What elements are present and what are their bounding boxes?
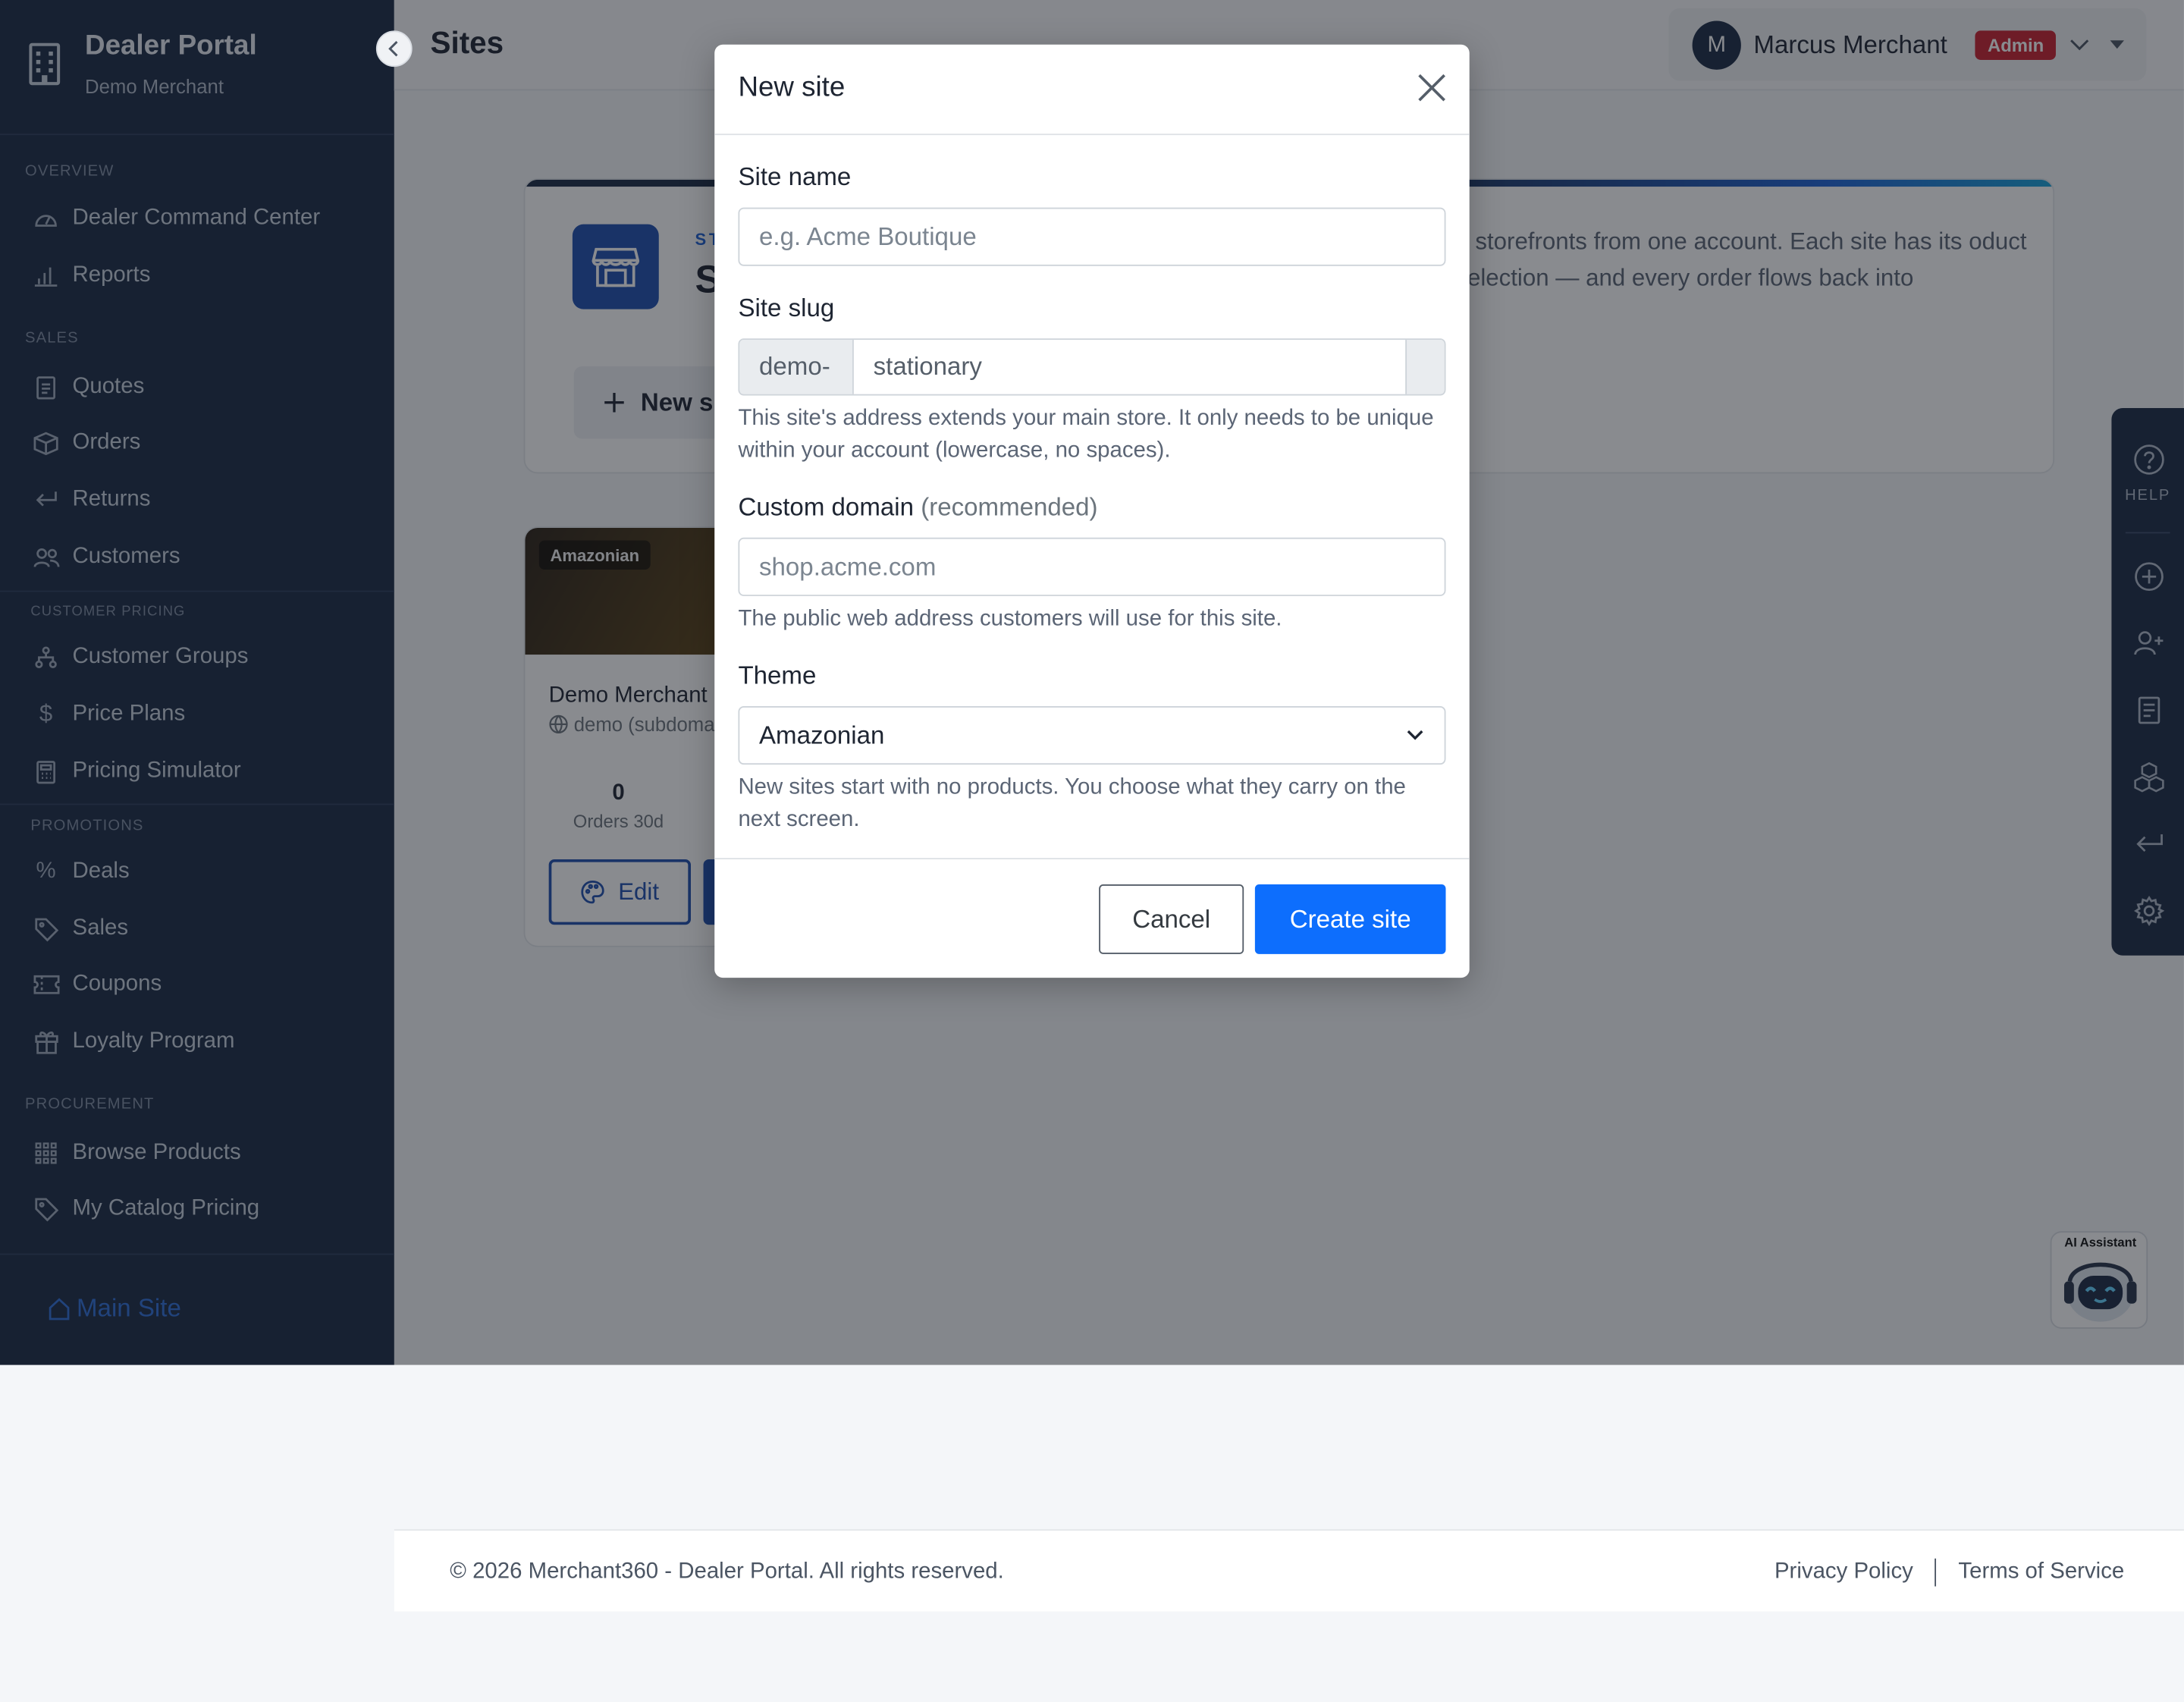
- custom-domain-label-text: Custom domain: [738, 493, 914, 521]
- theme-select-value: Amazonian: [759, 721, 885, 749]
- theme-help: New sites start with no products. You ch…: [738, 775, 1406, 832]
- content-spacer: [431, 1364, 2147, 1490]
- slug-suffix: [1405, 340, 1445, 394]
- copyright-text: © 2026 Merchant360 - Dealer Portal. All …: [450, 1559, 1004, 1584]
- new-site-dialog: New site Site name Site slug demo- This …: [714, 44, 1470, 978]
- cancel-button[interactable]: Cancel: [1099, 884, 1244, 954]
- theme-select[interactable]: Amazonian: [738, 706, 1446, 765]
- privacy-policy-link[interactable]: Privacy Policy: [1774, 1560, 1913, 1585]
- terms-of-service-link[interactable]: Terms of Service: [1958, 1560, 2124, 1585]
- site-slug-label: Site slug: [738, 294, 835, 322]
- site-slug-help: This site's address extends your main st…: [738, 407, 1434, 463]
- chevron-left-icon: [388, 41, 398, 57]
- create-site-button[interactable]: Create site: [1254, 884, 1446, 954]
- custom-domain-help: The public web address customers will us…: [738, 607, 1282, 631]
- site-slug-group: demo-: [738, 338, 1446, 396]
- dialog-title: New site: [738, 72, 846, 103]
- footer: © 2026 Merchant360 - Dealer Portal. All …: [394, 1529, 2184, 1612]
- divider: [714, 133, 1470, 136]
- custom-domain-label-suffix: (recommended): [921, 493, 1098, 521]
- site-name-input[interactable]: [738, 207, 1446, 266]
- site-name-label: Site name: [738, 162, 852, 191]
- sidebar-collapse-button[interactable]: [375, 30, 413, 68]
- site-slug-input[interactable]: [853, 340, 1406, 394]
- close-icon[interactable]: [1417, 72, 1447, 102]
- divider: [1935, 1558, 1937, 1587]
- slug-prefix: demo-: [739, 340, 854, 394]
- custom-domain-label: Custom domain (recommended): [738, 493, 1097, 523]
- theme-label: Theme: [738, 661, 817, 689]
- chevron-down-icon: [1407, 730, 1423, 740]
- custom-domain-input[interactable]: [738, 537, 1446, 596]
- divider: [714, 858, 1470, 859]
